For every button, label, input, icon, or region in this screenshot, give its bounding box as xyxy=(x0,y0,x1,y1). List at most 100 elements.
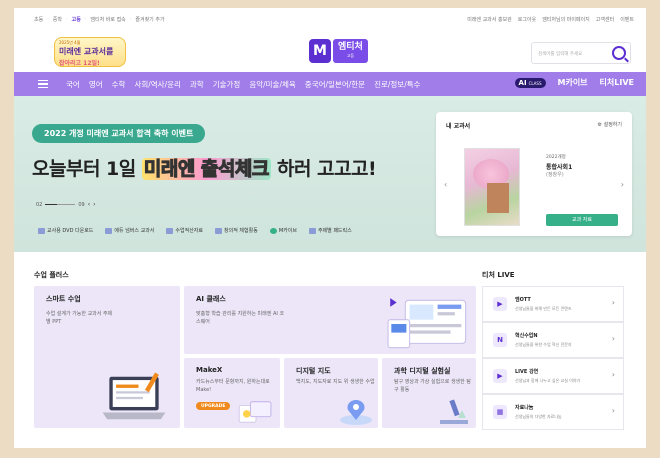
settings-label: 설정하기 xyxy=(603,122,622,128)
promo-tag: 2025년 4월 xyxy=(59,40,81,45)
link-events[interactable]: 이벤트 xyxy=(620,16,634,23)
tile-science-lab[interactable]: 과학 디지털 실험실 탐구 영상과 가상 실험으로 생생한 탐구 활동 xyxy=(382,358,476,428)
nav-math[interactable]: 수학 xyxy=(112,79,126,90)
subject-menu: 국어 영어 수학 사회/역사/윤리 과학 기술가정 음악/미술/체육 중국어/일… xyxy=(66,79,421,90)
nav-mcave[interactable]: M카이브 xyxy=(558,77,588,88)
link-high[interactable]: 고등 xyxy=(72,16,81,23)
menu-icon[interactable] xyxy=(38,80,48,88)
tile-smart-desc: 수업 설계가 가능한 교과서 주제별 PPT xyxy=(46,311,113,325)
tile-lab-desc: 탐구 영상과 가상 실험으로 생생한 탐구 활동 xyxy=(394,379,471,393)
nav-arts[interactable]: 음악/미술/체육 xyxy=(249,79,295,90)
link-logout[interactable]: 로그아웃 xyxy=(518,16,536,23)
nav-english[interactable]: 영어 xyxy=(89,79,103,90)
textbook-cover[interactable] xyxy=(464,148,520,226)
chevron-right-icon[interactable]: › xyxy=(621,180,624,189)
link-bookmark[interactable]: 즐겨찾기 추가 xyxy=(135,16,164,23)
tile-ai-title: AI 클래스 xyxy=(196,295,226,303)
link-middle[interactable]: 중학 xyxy=(53,16,62,23)
prev-icon[interactable]: ‹ xyxy=(88,201,90,208)
live-play-icon: ▶ xyxy=(493,369,507,383)
n-icon: N xyxy=(493,333,507,347)
next-icon[interactable]: › xyxy=(93,201,95,208)
ai-sub-label: CLASS xyxy=(528,80,542,86)
live-item-name: 엠OTT xyxy=(515,297,531,303)
live-item-lecture[interactable]: ▶ LIVE 강연 선생님과 함께 나누고 싶은 교실 이야기 › xyxy=(482,358,624,394)
nav-korean[interactable]: 국어 xyxy=(66,79,80,90)
tile-map-title: 디지털 지도 xyxy=(296,367,331,375)
live-item-name: 혁신수업N xyxy=(515,333,538,339)
mteacher-logo[interactable]: M 엠티처 고등 xyxy=(309,39,368,63)
live-item-name: LIVE 강연 xyxy=(515,369,539,375)
quick-link-activity-label: 창의적 체험활동 xyxy=(224,228,258,234)
upgrade-badge: UPGRADE xyxy=(196,402,231,410)
ai-label: AI xyxy=(518,78,527,87)
makex-cards-icon xyxy=(238,401,272,423)
live-item-mott[interactable]: ▶ 엠OTT 선생님들을 위해 만든 모든 콘텐츠 › xyxy=(482,286,624,322)
live-item-desc: 선생님들을 위한 수업 혁신 전문지 xyxy=(515,342,572,347)
headline-part-a: 오늘부터 1일 xyxy=(32,158,142,180)
quick-link-activity[interactable]: 창의적 체험활동 xyxy=(215,227,258,234)
tile-makex[interactable]: MakeX 카드뉴스부터 문항까지, 원하는대로 Make! UPGRADE xyxy=(184,358,280,428)
my-textbook-card: 내 교과서 ⚙ 설정하기 ‹ › 2022개정 통합사회1 (정창우) 교과 자… xyxy=(436,112,632,236)
nav-tech-home[interactable]: 기술가정 xyxy=(213,79,241,90)
textbook-materials-button[interactable]: 교과 자료 xyxy=(546,214,618,226)
nav-science[interactable]: 과학 xyxy=(190,79,204,90)
teacher-live-title: 티처 LIVE xyxy=(482,271,515,279)
logo-text: 엠티처 고등 xyxy=(333,39,368,63)
tile-ai-class[interactable]: AI 클래스 맞춤형 학습 관리를 지원하는 미래엔 AI 코스웨어 xyxy=(184,286,476,354)
banner-headline[interactable]: 오늘부터 1일 미래엔 출석체크 하러 고고고! xyxy=(32,154,377,181)
tile-lab-title: 과학 디지털 실험실 xyxy=(394,367,451,375)
quick-link-dvd[interactable]: 교사용 DVD 다운로드 xyxy=(38,227,93,234)
school-level-links: 초등 · 중학 · 고등 · 엠티처 바로 접속 · 즐겨찾기 추가 xyxy=(34,16,165,23)
mcave-icon xyxy=(269,227,277,234)
settings-link[interactable]: ⚙ 설정하기 xyxy=(598,121,622,128)
logo-grade: 고등 xyxy=(346,53,355,58)
chevron-right-icon: › xyxy=(611,370,615,379)
banner-pager: 02 09 ‹ › xyxy=(36,201,96,208)
quick-link-numbers[interactable]: 에듀 넘버스 교과서 xyxy=(105,227,154,234)
nav-ai-class[interactable]: AI CLASS xyxy=(514,77,546,88)
play-icon: ▶ xyxy=(493,297,507,311)
tile-digital-map[interactable]: 디지털 지도 백지도, 지도자료 지도 위 생생한 수업 xyxy=(284,358,378,428)
tile-makex-desc: 카드뉴스부터 문항까지, 원하는대로 Make! xyxy=(196,379,270,393)
link-promo-hall[interactable]: 미래엔 교과서 홍보관 xyxy=(467,16,512,23)
nav-career[interactable]: 진로/정보/특수 xyxy=(374,79,420,90)
nav-teacher-live[interactable]: 티처LIVE xyxy=(600,77,634,88)
browser-page: 초등 · 중학 · 고등 · 엠티처 바로 접속 · 즐겨찾기 추가 미래엔 교과서 홍… xyxy=(14,8,646,448)
nav-languages[interactable]: 중국어/일본어/한문 xyxy=(305,79,365,90)
quick-link-mcave[interactable]: M카이브 xyxy=(269,227,297,234)
link-direct-access[interactable]: 엠티처 바로 접속 xyxy=(90,16,125,23)
topic-icon xyxy=(308,227,316,234)
quick-link-lesson-label: 수업적산자료 xyxy=(175,228,204,234)
live-item-desc: 선생님들을 위해 만든 모든 콘텐츠 xyxy=(515,306,572,311)
quick-link-mcave-label: M카이브 xyxy=(278,228,297,234)
search-placeholder: 검색어를 입력해 주세요 xyxy=(538,52,583,57)
nav-social[interactable]: 사회/역사/윤리 xyxy=(134,79,180,90)
logo-m-icon: M xyxy=(309,39,331,63)
link-support[interactable]: 고객센터 xyxy=(596,16,614,23)
banner-event-title[interactable]: 2022 개정 미래엔 교과서 합격 축하 이벤트 xyxy=(32,124,206,143)
headline-highlight: 미래엔 출석체크 xyxy=(141,158,271,181)
link-mypage[interactable]: 엠티처님의 마이페이지 xyxy=(542,16,590,23)
cover-building xyxy=(487,183,509,213)
main-nav: 국어 영어 수학 사회/역사/윤리 과학 기술가정 음악/미술/체육 중국어/일… xyxy=(14,72,646,96)
chevron-right-icon: › xyxy=(611,298,615,307)
promo-badge[interactable]: 2025년 4월 미래엔 교과서를 잡아라고 12일! xyxy=(54,37,126,67)
quick-link-lesson[interactable]: 수업적산자료 xyxy=(166,227,203,234)
search-box[interactable]: 검색어를 입력해 주세요 xyxy=(531,42,631,64)
chevron-right-icon: › xyxy=(611,334,615,343)
tile-makex-title: MakeX xyxy=(196,366,223,374)
textbook-year: 2022개정 xyxy=(546,155,566,160)
live-item-sharing[interactable]: ▦ 자료나눔 선생님들의 다양한 자료나눔 › xyxy=(482,394,624,430)
doc-icon xyxy=(166,227,174,234)
link-elementary[interactable]: 초등 xyxy=(34,16,43,23)
activity-icon xyxy=(215,227,223,234)
search-icon[interactable] xyxy=(612,46,626,60)
top-utility-bar: 초등 · 중학 · 고등 · 엠티처 바로 접속 · 즐겨찾기 추가 미래엔 교과서 홍… xyxy=(14,8,646,30)
chevron-left-icon[interactable]: ‹ xyxy=(444,180,447,189)
pager-total: 09 xyxy=(78,201,85,208)
tile-smart-lesson[interactable]: 스마트 수업 수업 설계가 가능한 교과서 주제별 PPT xyxy=(34,286,180,428)
live-item-innovation[interactable]: N 혁신수업N 선생님들을 위한 수업 혁신 전문지 › xyxy=(482,322,624,358)
pager-progress xyxy=(45,203,76,206)
quick-link-topics[interactable]: 주제별 패드릭스 xyxy=(308,227,352,234)
